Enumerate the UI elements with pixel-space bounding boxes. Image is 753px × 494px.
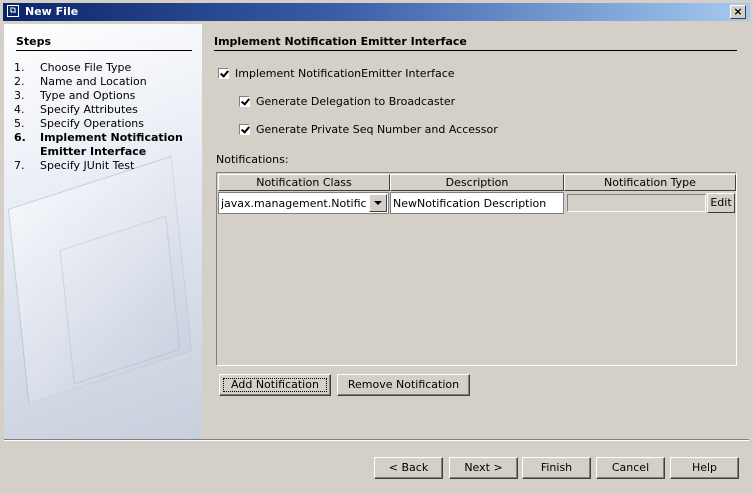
checkbox-checked-icon (239, 96, 250, 107)
step-item: 2. Name and Location (14, 75, 194, 89)
close-icon: × (733, 5, 743, 18)
notification-type-field[interactable] (567, 194, 706, 212)
help-button[interactable]: Help (670, 457, 739, 479)
close-button[interactable]: × (730, 5, 746, 19)
chevron-down-icon[interactable] (369, 194, 387, 212)
next-button[interactable]: Next > (449, 457, 518, 479)
step-label: Specify Attributes (40, 103, 138, 116)
step-item: 1. Choose File Type (14, 61, 194, 75)
implement-emitter-label: Implement NotificationEmitter Interface (235, 67, 455, 80)
cancel-button[interactable]: Cancel (596, 457, 665, 479)
step-label: Implement Notification (40, 131, 183, 144)
table-header: Notification Class Description Notificat… (218, 174, 736, 191)
checkbox-checked-icon (239, 124, 250, 135)
back-button[interactable]: < Back (374, 457, 443, 479)
title-bar[interactable]: ⧉ New File × (3, 3, 750, 21)
step-label: Emitter Interface (40, 145, 147, 158)
notifications-table: Notification Class Description Notificat… (216, 172, 737, 366)
panel-divider (214, 50, 737, 51)
generate-seq-checkbox[interactable]: Generate Private Seq Number and Accessor (239, 123, 498, 137)
notifications-label: Notifications: (216, 153, 289, 166)
column-header-class[interactable]: Notification Class (218, 174, 390, 191)
edit-type-button[interactable]: Edit (707, 193, 735, 213)
step-label: Type and Options (40, 89, 136, 102)
column-header-type[interactable]: Notification Type (564, 174, 736, 191)
notification-type-cell: Edit (565, 192, 736, 214)
finish-button[interactable]: Finish (522, 457, 591, 479)
generate-seq-label: Generate Private Seq Number and Accessor (256, 123, 498, 136)
step-item: 5. Specify Operations (14, 117, 194, 131)
step-item: 4. Specify Attributes (14, 103, 194, 117)
step-item-current-continued: Emitter Interface (14, 145, 194, 159)
window-title: New File (25, 5, 79, 18)
next-label: Next > (464, 461, 503, 474)
finish-label: Finish (540, 461, 573, 474)
step-number: 1. (14, 61, 25, 74)
steps-pane: Steps 1. Choose File Type 2. Name and Loca… (4, 24, 202, 439)
help-label: Help (691, 461, 718, 474)
add-notification-button[interactable]: Add Notification (219, 374, 331, 396)
step-number: 4. (14, 103, 25, 116)
steps-divider (16, 50, 192, 51)
add-notification-label: Add Notification (231, 378, 319, 391)
step-label: Name and Location (40, 75, 147, 88)
steps-list: 1. Choose File Type 2. Name and Location 3… (14, 61, 194, 173)
step-number: 2. (14, 75, 25, 88)
generate-delegation-checkbox[interactable]: Generate Delegation to Broadcaster (239, 95, 455, 109)
description-value: NewNotification Description (393, 197, 547, 210)
step-item-current: 6. Implement Notification (14, 131, 194, 145)
new-file-dialog: ⧉ New File × Steps 1. Choose File Type 2.… (0, 0, 753, 494)
step-label: Specify Operations (40, 117, 144, 130)
step-label: Choose File Type (40, 61, 132, 74)
implement-emitter-checkbox[interactable]: Implement NotificationEmitter Interface (218, 67, 455, 81)
cancel-label: Cancel (611, 461, 650, 474)
steps-header: Steps (16, 35, 52, 48)
panel-title: Implement Notification Emitter Interface (214, 35, 467, 48)
step-label: Specify JUnit Test (40, 159, 135, 172)
back-label: < Back (388, 461, 429, 474)
notification-class-combobox[interactable]: javax.management.Notification (218, 192, 389, 214)
remove-notification-button[interactable]: Remove Notification (337, 374, 470, 396)
checkbox-checked-icon (218, 68, 229, 79)
content-panel: Implement Notification Emitter Interface… (202, 24, 749, 439)
description-field[interactable]: NewNotification Description (390, 192, 564, 214)
column-header-description[interactable]: Description (390, 174, 564, 191)
step-item: 7. Specify JUnit Test (14, 159, 194, 173)
window-icon: ⧉ (7, 5, 19, 17)
generate-delegation-label: Generate Delegation to Broadcaster (256, 95, 456, 108)
step-item: 3. Type and Options (14, 89, 194, 103)
step-number: 7. (14, 159, 25, 172)
step-number: 6. (14, 131, 26, 144)
step-number: 3. (14, 89, 25, 102)
notification-class-value: javax.management.Notification (221, 197, 367, 210)
remove-notification-label: Remove Notification (347, 378, 460, 391)
footer-separator-highlight (4, 440, 749, 441)
step-number: 5. (14, 117, 25, 130)
